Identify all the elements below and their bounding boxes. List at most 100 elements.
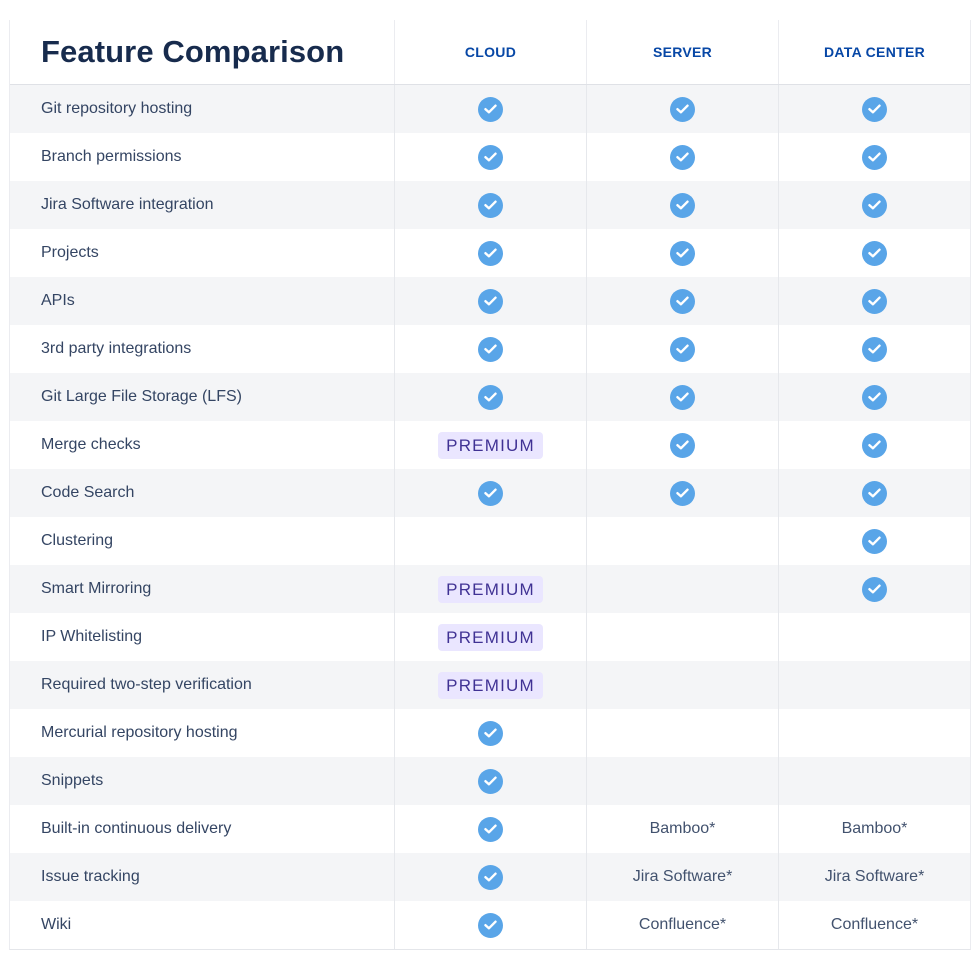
table-row: APIs <box>10 277 970 325</box>
check-circle-icon <box>670 432 695 458</box>
check-circle-icon <box>478 768 503 794</box>
cell-cloud <box>394 85 586 133</box>
feature-label: Wiki <box>41 916 72 933</box>
cell-data-center: Bamboo* <box>778 805 970 853</box>
cell-server <box>586 325 778 373</box>
feature-label: Git Large File Storage (LFS) <box>41 388 242 405</box>
table-row: Jira Software integration <box>10 181 970 229</box>
cell-server <box>586 709 778 757</box>
cell-server <box>586 469 778 517</box>
feature-label: IP Whitelisting <box>41 628 143 645</box>
cell-cloud: PREMIUM <box>394 661 586 709</box>
cell-cloud <box>394 469 586 517</box>
cell-data-center <box>778 325 970 373</box>
table-header: Feature Comparison CLOUD SERVER DATA CEN… <box>10 20 970 85</box>
check-circle-icon <box>670 96 695 122</box>
cell-data-center <box>778 277 970 325</box>
table-row: Mercurial repository hosting <box>10 709 970 757</box>
check-circle-icon <box>670 288 695 314</box>
cell-data-center: Jira Software* <box>778 853 970 901</box>
check-circle-icon <box>478 816 503 842</box>
check-circle-icon <box>862 336 887 362</box>
cell-data-center <box>778 133 970 181</box>
cell-data-center <box>778 517 970 565</box>
cell-cloud <box>394 229 586 277</box>
cell-text: Bamboo* <box>649 820 716 837</box>
feature-label: Merge checks <box>41 436 141 453</box>
check-circle-icon <box>862 576 887 602</box>
check-circle-icon <box>862 432 887 458</box>
table-row: Wiki Confluence* Confluence* <box>10 901 970 949</box>
check-circle-icon <box>862 144 887 170</box>
check-circle-icon <box>862 240 887 266</box>
check-circle-icon <box>478 384 503 410</box>
feature-label: Smart Mirroring <box>41 580 152 597</box>
feature-label: Issue tracking <box>41 868 140 885</box>
table-row: Required two-step verification PREMIUM <box>10 661 970 709</box>
cell-server: Confluence* <box>586 901 778 949</box>
check-circle-icon <box>478 144 503 170</box>
cell-server <box>586 85 778 133</box>
cell-data-center <box>778 613 970 661</box>
cell-data-center <box>778 85 970 133</box>
check-circle-icon <box>862 288 887 314</box>
feature-label: Mercurial repository hosting <box>41 724 238 741</box>
table-row: Smart Mirroring PREMIUM <box>10 565 970 613</box>
check-circle-icon <box>478 480 503 506</box>
table-row: Git Large File Storage (LFS) <box>10 373 970 421</box>
cell-server: Bamboo* <box>586 805 778 853</box>
cell-server: Jira Software* <box>586 853 778 901</box>
cell-data-center <box>778 757 970 805</box>
cell-data-center <box>778 661 970 709</box>
check-circle-icon <box>670 336 695 362</box>
check-circle-icon <box>478 96 503 122</box>
cell-cloud <box>394 853 586 901</box>
check-circle-icon <box>478 336 503 362</box>
cell-data-center: Confluence* <box>778 901 970 949</box>
check-circle-icon <box>670 192 695 218</box>
feature-label: Built-in continuous delivery <box>41 820 232 837</box>
cell-text: Jira Software* <box>824 868 925 885</box>
cell-server <box>586 133 778 181</box>
cell-data-center <box>778 373 970 421</box>
feature-label: Projects <box>41 244 99 261</box>
cell-text: Jira Software* <box>632 868 733 885</box>
cell-data-center <box>778 229 970 277</box>
cell-server <box>586 757 778 805</box>
column-header-cloud: CLOUD <box>394 20 586 84</box>
cell-cloud <box>394 757 586 805</box>
feature-label: Snippets <box>41 772 104 789</box>
cell-server <box>586 661 778 709</box>
cell-server <box>586 229 778 277</box>
cell-cloud: PREMIUM <box>394 421 586 469</box>
column-header-data-center: DATA CENTER <box>778 20 970 84</box>
check-circle-icon <box>478 864 503 890</box>
table-row: Issue tracking Jira Software* Jira Softwar… <box>10 853 970 901</box>
feature-label: Code Search <box>41 484 135 501</box>
check-circle-icon <box>478 720 503 746</box>
check-circle-icon <box>862 480 887 506</box>
feature-label: APIs <box>41 292 75 309</box>
cell-server <box>586 565 778 613</box>
check-circle-icon <box>478 288 503 314</box>
cell-data-center <box>778 421 970 469</box>
cell-cloud <box>394 133 586 181</box>
page-title: Feature Comparison <box>41 34 345 69</box>
check-circle-icon <box>862 384 887 410</box>
table-row: Snippets <box>10 757 970 805</box>
check-circle-icon <box>478 912 503 938</box>
cell-cloud <box>394 277 586 325</box>
check-circle-icon <box>862 528 887 554</box>
cell-cloud: PREMIUM <box>394 613 586 661</box>
feature-label: Required two-step verification <box>41 676 252 693</box>
cell-cloud <box>394 901 586 949</box>
feature-comparison-table: Feature Comparison CLOUD SERVER DATA CEN… <box>9 20 971 950</box>
cell-server <box>586 373 778 421</box>
feature-label: Clustering <box>41 532 114 549</box>
cell-cloud <box>394 517 586 565</box>
feature-label: Jira Software integration <box>41 196 214 213</box>
table-row: Projects <box>10 229 970 277</box>
table-row: Git repository hosting <box>10 85 970 133</box>
cell-data-center <box>778 565 970 613</box>
feature-label: Branch permissions <box>41 148 182 165</box>
